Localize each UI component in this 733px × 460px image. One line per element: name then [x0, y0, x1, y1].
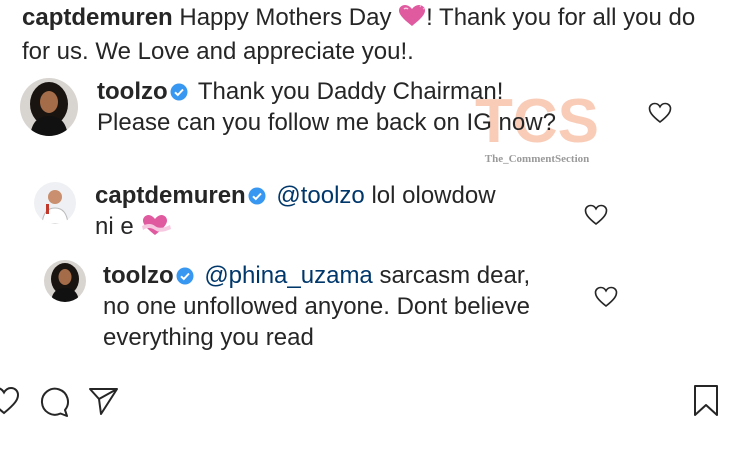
heart-icon[interactable] — [0, 386, 20, 421]
verified-badge-icon — [248, 182, 266, 205]
comment-1: toolzo Thank you Daddy Chairman! Please … — [0, 72, 733, 172]
like-comment-icon[interactable] — [594, 286, 618, 308]
caption-username[interactable]: captdemuren — [22, 4, 173, 31]
comment-username[interactable]: toolzo — [103, 262, 174, 289]
post-caption: captdemuren Happy Mothers Day ! Thank yo… — [22, 2, 712, 67]
share-icon[interactable] — [88, 386, 120, 421]
comment-username[interactable]: captdemuren — [95, 182, 246, 209]
comment-body: toolzo Thank you Daddy Chairman! Please … — [97, 76, 557, 138]
like-comment-icon[interactable] — [584, 204, 608, 226]
mention-link[interactable]: @phina_uzama — [204, 262, 372, 289]
avatar[interactable] — [20, 78, 78, 136]
post-action-bar — [0, 384, 733, 424]
verified-badge-icon — [176, 262, 194, 285]
comment-3: toolzo @phina_uzama sarcasm dear, no one… — [0, 256, 733, 356]
comment-icon[interactable] — [38, 386, 70, 423]
verified-badge-icon — [170, 78, 188, 101]
bookmark-icon[interactable] — [692, 384, 720, 423]
avatar[interactable] — [44, 260, 86, 302]
like-comment-icon[interactable] — [648, 102, 672, 124]
heart-with-ribbon-icon — [140, 213, 172, 245]
pink-heart-icon — [398, 4, 426, 36]
caption-text-start: Happy Mothers Day — [179, 4, 399, 31]
comment-body: captdemuren @toolzo lol olowdow ni e — [95, 180, 515, 245]
comment-username[interactable]: toolzo — [97, 78, 168, 105]
avatar[interactable] — [34, 182, 76, 224]
comment-2: captdemuren @toolzo lol olowdow ni e — [0, 176, 733, 246]
mention-link[interactable]: @toolzo — [276, 182, 364, 209]
comment-body: toolzo @phina_uzama sarcasm dear, no one… — [103, 260, 543, 353]
